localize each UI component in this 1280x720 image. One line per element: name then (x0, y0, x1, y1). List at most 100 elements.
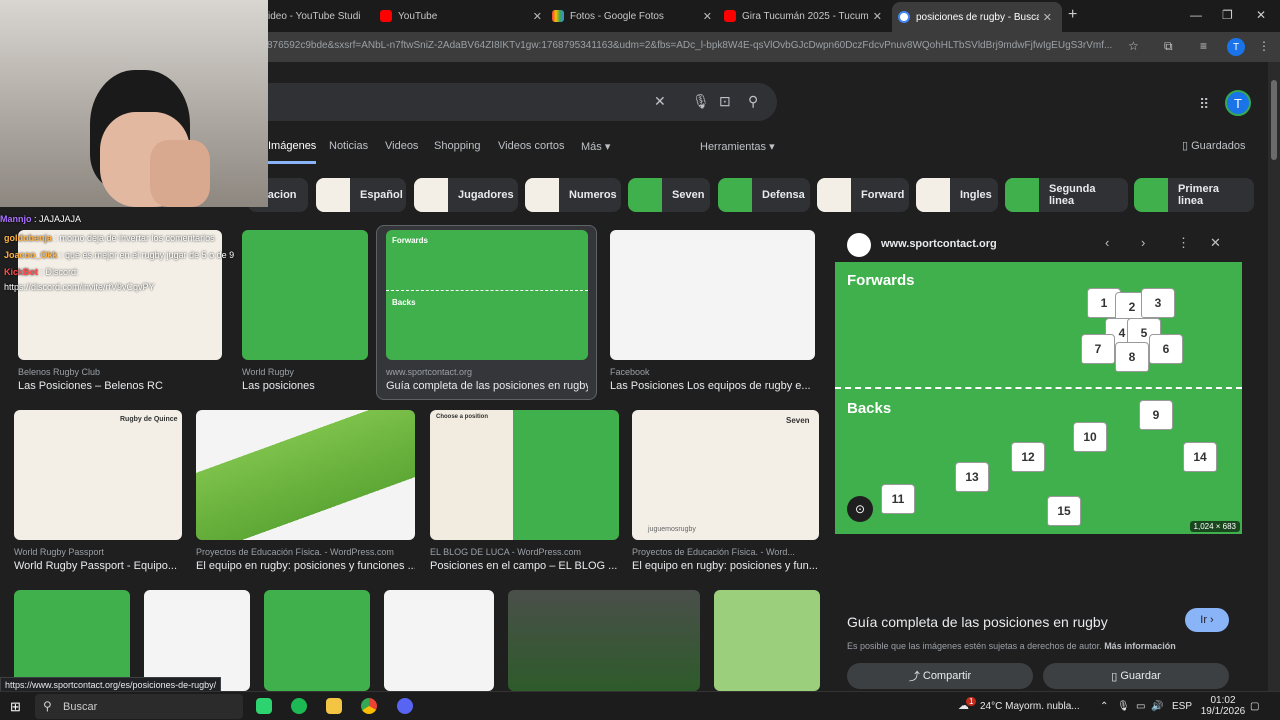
more-options-icon[interactable]: ⋮ (1177, 235, 1190, 251)
tab-shopping[interactable]: Shopping (434, 140, 481, 152)
chat-message: https://discord.com/invite/rfV9vCqvPY (4, 282, 155, 292)
tab-videos[interactable]: Videos (385, 140, 418, 152)
close-window-icon[interactable]: ✕ (1256, 8, 1266, 22)
chip-forward[interactable]: Forward (817, 178, 909, 212)
restore-icon[interactable]: ❐ (1222, 8, 1233, 22)
taskbar-search[interactable]: ⚲ Buscar (35, 694, 243, 719)
search-icon[interactable]: ⚲ (748, 93, 758, 110)
tray-chevron-icon[interactable]: ⌃ (1100, 701, 1108, 712)
result-image[interactable] (508, 590, 700, 691)
close-icon[interactable]: ✕ (529, 10, 546, 23)
weather-text[interactable]: 24°C Mayorm. nubla... (980, 701, 1080, 712)
chat-message: Mannjo : JAJAJAJA (0, 214, 82, 224)
result-title: Las posiciones (242, 380, 315, 392)
streamer-hand (150, 140, 210, 207)
result-image: Rugby de Quince (14, 410, 182, 540)
jersey: 15 (1047, 496, 1081, 526)
result-world-rugby-passport[interactable]: Rugby de Quince World Rugby Passport Wor… (14, 410, 182, 578)
menu-icon[interactable]: ⋮ (1258, 39, 1270, 53)
tab-imagenes[interactable]: Imágenes (268, 140, 317, 164)
app-icon[interactable] (256, 698, 272, 714)
chip-numeros[interactable]: Numeros (525, 178, 621, 212)
volume-icon[interactable]: 🔊 (1151, 701, 1163, 712)
tab-youtube-studio[interactable]: ideo - YouTube Studi (268, 4, 374, 28)
close-panel-icon[interactable]: ✕ (1210, 235, 1221, 251)
result-juguemos-rugby[interactable]: Seven juguemosrugby Proyectos de Educaci… (632, 410, 819, 578)
result-sportcontact[interactable]: Forwards Backs www.sportcontact.org Guía… (386, 230, 588, 398)
network-icon[interactable]: ▭ (1136, 701, 1145, 712)
chat-user: goldobenja (4, 233, 52, 243)
preview-image[interactable]: Forwards 1 2 3 4 5 7 8 6 Backs 9 10 11 1… (835, 262, 1242, 534)
share-button[interactable]: ⤴ Compartir (847, 663, 1033, 689)
visit-button[interactable]: Ir › (1185, 608, 1229, 632)
chip-defensa[interactable]: Defensa (718, 178, 810, 212)
tab-youtube[interactable]: YouTube ✕ (380, 4, 546, 28)
result-facebook[interactable]: Facebook Las Posiciones Los equipos de r… (610, 230, 815, 398)
chip-label: Forward (861, 189, 905, 201)
star-icon[interactable]: ☆ (1128, 39, 1139, 53)
file-explorer-icon[interactable] (326, 698, 342, 714)
language-indicator[interactable]: ESP (1172, 701, 1192, 712)
notifications-icon[interactable]: ▢ (1250, 701, 1259, 712)
close-icon[interactable]: ✕ (1039, 11, 1056, 24)
tab-posiciones-rugby[interactable]: posiciones de rugby - Buscar co✕ (892, 2, 1062, 32)
profile-avatar[interactable]: T (1227, 38, 1245, 56)
tools-button[interactable]: Herramientas ▾ (700, 140, 775, 153)
extensions-icon[interactable]: ⧉ (1164, 39, 1173, 54)
chip-segunda-linea[interactable]: Segunda linea (1005, 178, 1128, 212)
result-title: El equipo en rugby: posiciones y funcion… (196, 560, 415, 572)
result-world-rugby[interactable]: World Rugby Las posiciones (242, 230, 368, 398)
lens-icon[interactable]: ⊡ (719, 93, 731, 110)
google-icon (898, 11, 910, 23)
page-scrollbar[interactable] (1268, 62, 1280, 691)
result-image[interactable] (264, 590, 370, 691)
search-box[interactable]: y ✕ 🎙 ⊡ ⚲ (252, 83, 777, 121)
apps-icon[interactable]: ⠿ (1199, 96, 1209, 113)
spotify-icon[interactable] (291, 698, 307, 714)
result-image[interactable] (144, 590, 250, 691)
clock[interactable]: 01:02 19/1/2026 (1200, 695, 1246, 717)
result-image: Forwards Backs (386, 230, 588, 360)
result-image[interactable] (384, 590, 494, 691)
tab-gira-tucuman[interactable]: Gira Tucumán 2025 - Tucumán ✕ (724, 4, 886, 28)
microphone-icon[interactable]: 🎙 (1117, 701, 1130, 712)
clear-icon[interactable]: ✕ (654, 93, 666, 110)
result-blog-luca[interactable]: Choose a position EL BLOG DE LUCA - Word… (430, 410, 619, 578)
preview-site[interactable]: www.sportcontact.org (881, 238, 997, 250)
prev-icon[interactable]: ‹ (1105, 235, 1109, 250)
new-tab-button[interactable]: + (1068, 6, 1077, 24)
close-icon[interactable]: ✕ (869, 10, 886, 23)
preview-caption[interactable]: Guía completa de las posiciones en rugby (847, 614, 1108, 630)
tab-videos-cortos[interactable]: Videos cortos (498, 140, 564, 152)
result-image[interactable] (714, 590, 820, 691)
result-image[interactable] (14, 590, 130, 691)
chip-ingles[interactable]: Ingles (916, 178, 998, 212)
scrollbar-thumb[interactable] (1271, 80, 1277, 160)
tab-mas[interactable]: Más ▾ (581, 140, 610, 153)
discord-icon[interactable] (397, 698, 413, 714)
chip-espanol[interactable]: Español (316, 178, 406, 212)
saved-button[interactable]: ▯ Guardados (1182, 139, 1246, 152)
microphone-icon[interactable]: 🎙 (692, 93, 710, 110)
url-field[interactable]: c876592c9bde&sxsrf=ANbL-n7ftwSniZ-2AdaBV… (262, 40, 1114, 51)
chip-primera-linea[interactable]: Primera linea (1134, 178, 1254, 212)
account-avatar[interactable]: T (1225, 90, 1251, 116)
media-icon[interactable]: ≡ (1200, 39, 1207, 53)
lens-search-icon[interactable]: ⊙ (847, 496, 873, 522)
save-button[interactable]: ▯ Guardar (1043, 663, 1229, 689)
close-icon[interactable]: ✕ (699, 10, 716, 23)
more-info-link[interactable]: Más información (1104, 641, 1176, 651)
jersey: 7 (1081, 334, 1115, 364)
jersey: 9 (1139, 400, 1173, 430)
tab-noticias[interactable]: Noticias (329, 140, 368, 152)
tab-google-fotos[interactable]: Fotos - Google Fotos ✕ (552, 4, 716, 28)
tab-title: Gira Tucumán 2025 - Tucumán (742, 10, 869, 22)
minimize-icon[interactable]: — (1190, 8, 1202, 22)
chip-jugadores[interactable]: Jugadores (414, 178, 518, 212)
next-icon[interactable]: › (1141, 235, 1145, 250)
chip-seven[interactable]: Seven (628, 178, 710, 212)
windows-start-icon[interactable]: ⊞ (10, 699, 21, 715)
chat-text: Discord: (45, 267, 79, 277)
chrome-icon[interactable] (361, 698, 377, 714)
result-proyectos-ef[interactable]: Proyectos de Educación Física. - WordPre… (196, 410, 415, 578)
